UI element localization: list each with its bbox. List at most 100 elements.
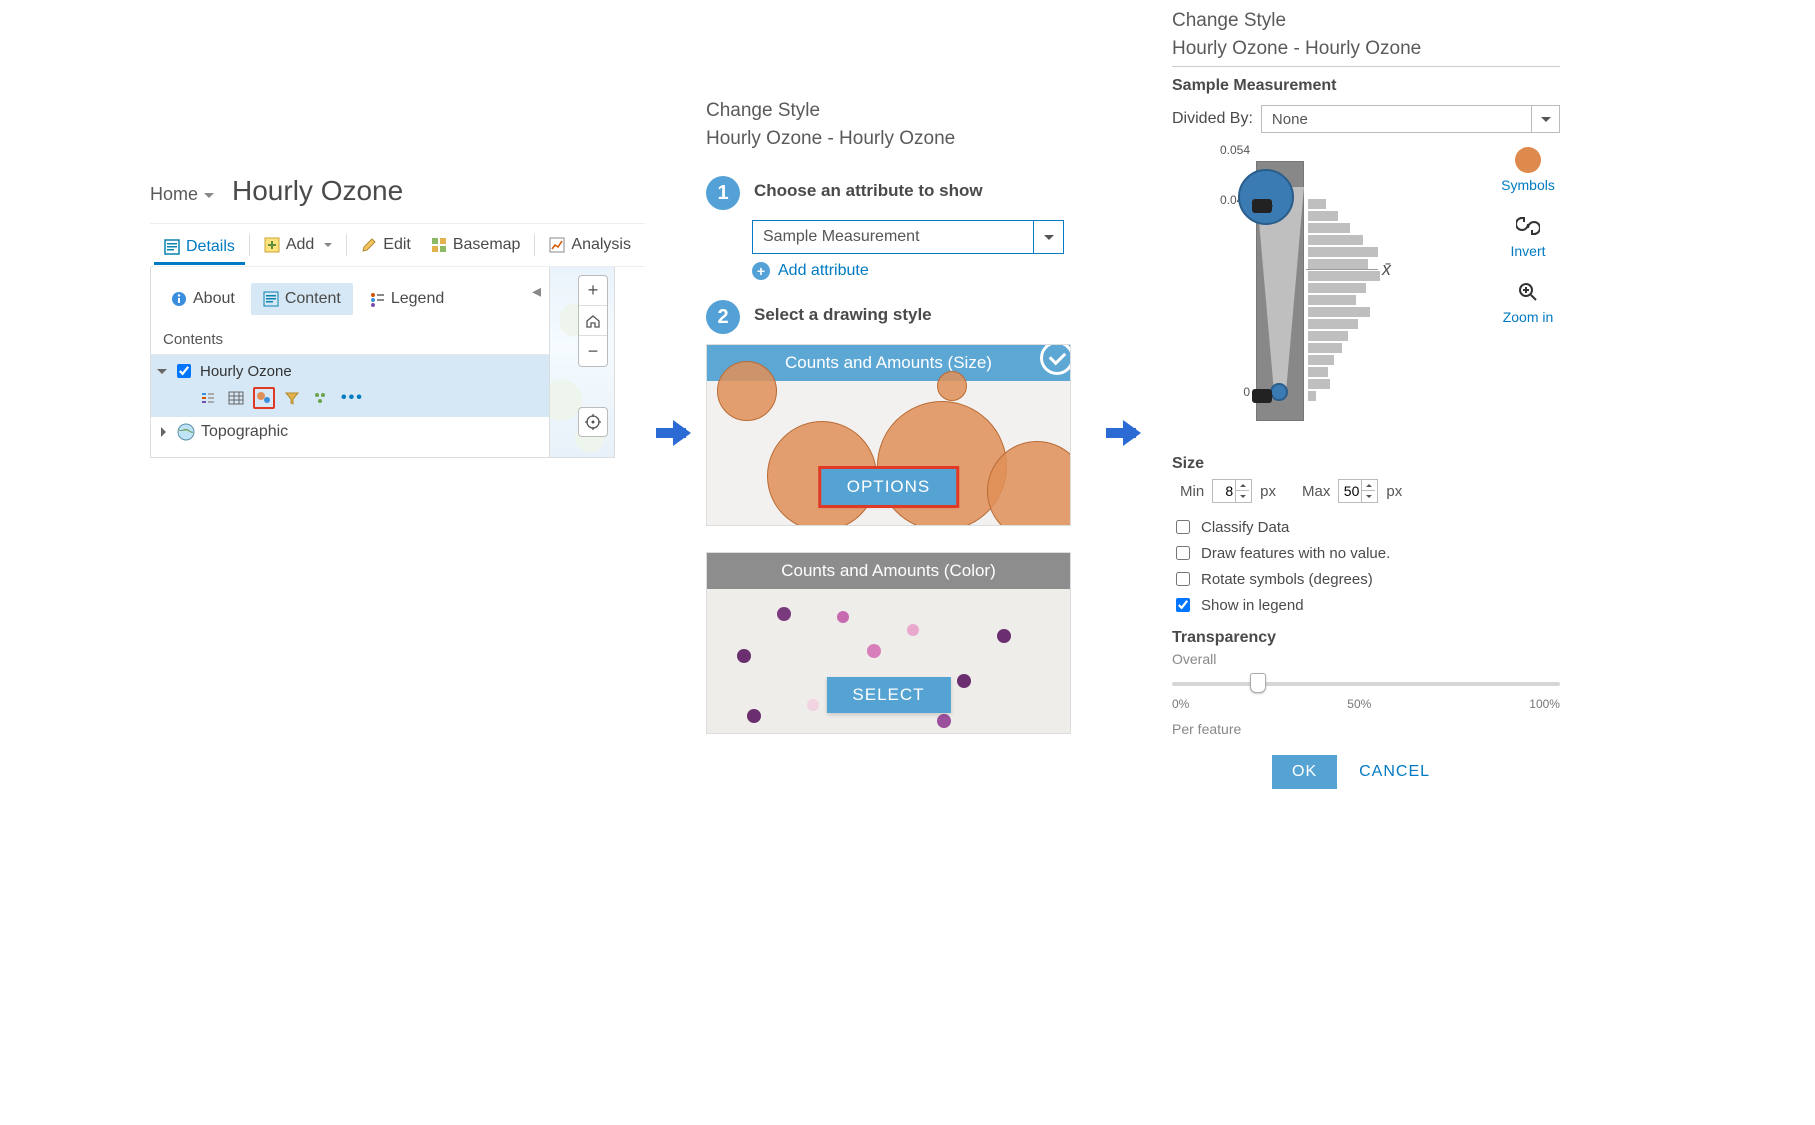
px-label: px [1386, 483, 1402, 500]
max-size-input[interactable] [1338, 479, 1378, 503]
divided-by-select[interactable]: None [1261, 105, 1560, 133]
ramp-upper-handle[interactable] [1252, 199, 1272, 213]
cancel-button[interactable]: CANCEL [1359, 763, 1430, 781]
home-link[interactable]: Home [150, 184, 214, 205]
contents-heading: Contents [151, 321, 549, 355]
tab-legend-label: Legend [391, 290, 444, 308]
size-section: Size Min px Max px [1172, 455, 1560, 503]
max-size-up[interactable] [1361, 480, 1375, 491]
layer-visibility-checkbox[interactable] [177, 364, 191, 378]
symbols-button[interactable]: Symbols [1501, 147, 1555, 193]
add-button[interactable]: Add [254, 232, 342, 258]
transparency-overall-label: Overall [1172, 651, 1560, 667]
map-preview[interactable]: + − [550, 267, 615, 458]
step-badge-2: 2 [706, 300, 740, 334]
cluster-button[interactable] [309, 387, 331, 409]
min-size-value[interactable] [1213, 483, 1235, 499]
tick-100: 100% [1529, 697, 1560, 711]
min-size-down[interactable] [1235, 491, 1249, 502]
tab-legend[interactable]: Legend [357, 283, 456, 315]
locate-button[interactable] [578, 407, 608, 437]
ok-button[interactable]: OK [1272, 755, 1337, 789]
style-card-color[interactable]: Counts and Amounts (Color) SELECT [706, 552, 1071, 734]
select-button[interactable]: SELECT [826, 677, 950, 713]
rotate-symbols-checkbox[interactable]: Rotate symbols (degrees) [1172, 569, 1560, 589]
more-options-button[interactable]: ••• [337, 389, 364, 407]
step-2-label: Select a drawing style [754, 300, 932, 325]
slider-thumb[interactable] [1250, 673, 1266, 693]
collapse-panel-button[interactable]: ◂ [532, 281, 541, 302]
layer-item-basemap[interactable]: Topographic [151, 417, 549, 447]
tab-content[interactable]: Content [251, 283, 353, 315]
transparency-slider[interactable] [1172, 673, 1560, 695]
tab-about-label: About [193, 290, 235, 308]
step-2: 2 Select a drawing style [706, 300, 1091, 334]
add-attribute-button[interactable]: + Add attribute [752, 262, 1091, 280]
max-size-down[interactable] [1361, 491, 1375, 502]
pencil-icon [361, 237, 377, 253]
chevron-down-icon[interactable] [1531, 106, 1559, 132]
ramp-scale-top: 0.054 [1214, 143, 1250, 157]
min-size-up[interactable] [1235, 480, 1249, 491]
home-extent-button[interactable] [579, 306, 607, 336]
ramp-scale-lower: 0 [1214, 385, 1250, 399]
content-icon [263, 291, 279, 307]
chevron-down-icon[interactable] [1033, 221, 1063, 253]
step-1-label: Choose an attribute to show [754, 176, 983, 201]
show-legend-button[interactable] [197, 387, 219, 409]
dialog-buttons: OK CANCEL [1172, 755, 1560, 789]
min-label: Min [1180, 483, 1204, 500]
zoom-in-button[interactable]: + [579, 276, 607, 306]
show-in-legend-checkbox[interactable]: Show in legend [1172, 595, 1560, 615]
divided-by-label: Divided By: [1172, 110, 1253, 128]
novalue-label: Draw features with no value. [1201, 545, 1390, 562]
toolbar-divider [534, 234, 535, 256]
px-label: px [1260, 483, 1276, 500]
basemap-label: Basemap [453, 236, 521, 254]
zoom-label: Zoom in [1503, 309, 1554, 325]
min-size-input[interactable] [1212, 479, 1252, 503]
style-card-size[interactable]: Counts and Amounts (Size) OPTIONS [706, 344, 1071, 526]
chevron-down-icon[interactable] [157, 369, 167, 379]
ramp-lower-handle[interactable] [1252, 389, 1272, 403]
filter-button[interactable] [281, 387, 303, 409]
flow-arrow-icon [1106, 420, 1154, 446]
max-size-value[interactable] [1339, 483, 1361, 499]
histogram [1308, 163, 1408, 423]
style-card-color-title: Counts and Amounts (Color) [707, 553, 1070, 589]
transparency-heading: Transparency [1172, 629, 1560, 647]
plus-icon: + [752, 262, 770, 280]
details-button[interactable]: Details [154, 234, 245, 265]
analysis-button[interactable]: Analysis [539, 232, 641, 258]
invert-icon [1515, 213, 1541, 239]
map-toolbar: Details Add Edit Basemap Analysis [150, 223, 645, 267]
classify-label: Classify Data [1201, 519, 1289, 536]
change-style-button[interactable] [253, 387, 275, 409]
symbol-circle-icon [1515, 147, 1541, 173]
transparency-per-feature-label: Per feature [1172, 721, 1560, 737]
layer-item-hourly-ozone[interactable]: Hourly Ozone ••• [151, 355, 549, 417]
invert-button[interactable]: Invert [1510, 213, 1545, 259]
options-button[interactable]: OPTIONS [821, 469, 957, 505]
toolbar-divider [249, 234, 250, 256]
magnifier-icon [1515, 279, 1541, 305]
basemap-button[interactable]: Basemap [421, 232, 531, 258]
map-zoom-controls: + − [578, 275, 608, 367]
slider-ticks: 0% 50% 100% [1172, 697, 1560, 711]
analysis-icon [549, 237, 565, 253]
attribute-select[interactable]: Sample Measurement [752, 220, 1064, 254]
add-label: Add [286, 236, 314, 254]
slider-track [1172, 682, 1560, 686]
selected-check-icon [1040, 344, 1071, 375]
symbols-label: Symbols [1501, 177, 1555, 193]
classify-data-checkbox[interactable]: Classify Data [1172, 517, 1560, 537]
zoom-out-button[interactable]: − [579, 336, 607, 366]
show-table-button[interactable] [225, 387, 247, 409]
zoom-in-ramp-button[interactable]: Zoom in [1503, 279, 1554, 325]
draw-no-value-checkbox[interactable]: Draw features with no value. [1172, 543, 1560, 563]
edit-button[interactable]: Edit [351, 232, 421, 258]
tab-about[interactable]: About [159, 283, 247, 315]
chevron-right-icon[interactable] [161, 427, 171, 437]
ramp-tools: Symbols Invert Zoom in [1496, 147, 1560, 325]
panel-subtitle: Hourly Ozone - Hourly Ozone [706, 128, 1091, 150]
